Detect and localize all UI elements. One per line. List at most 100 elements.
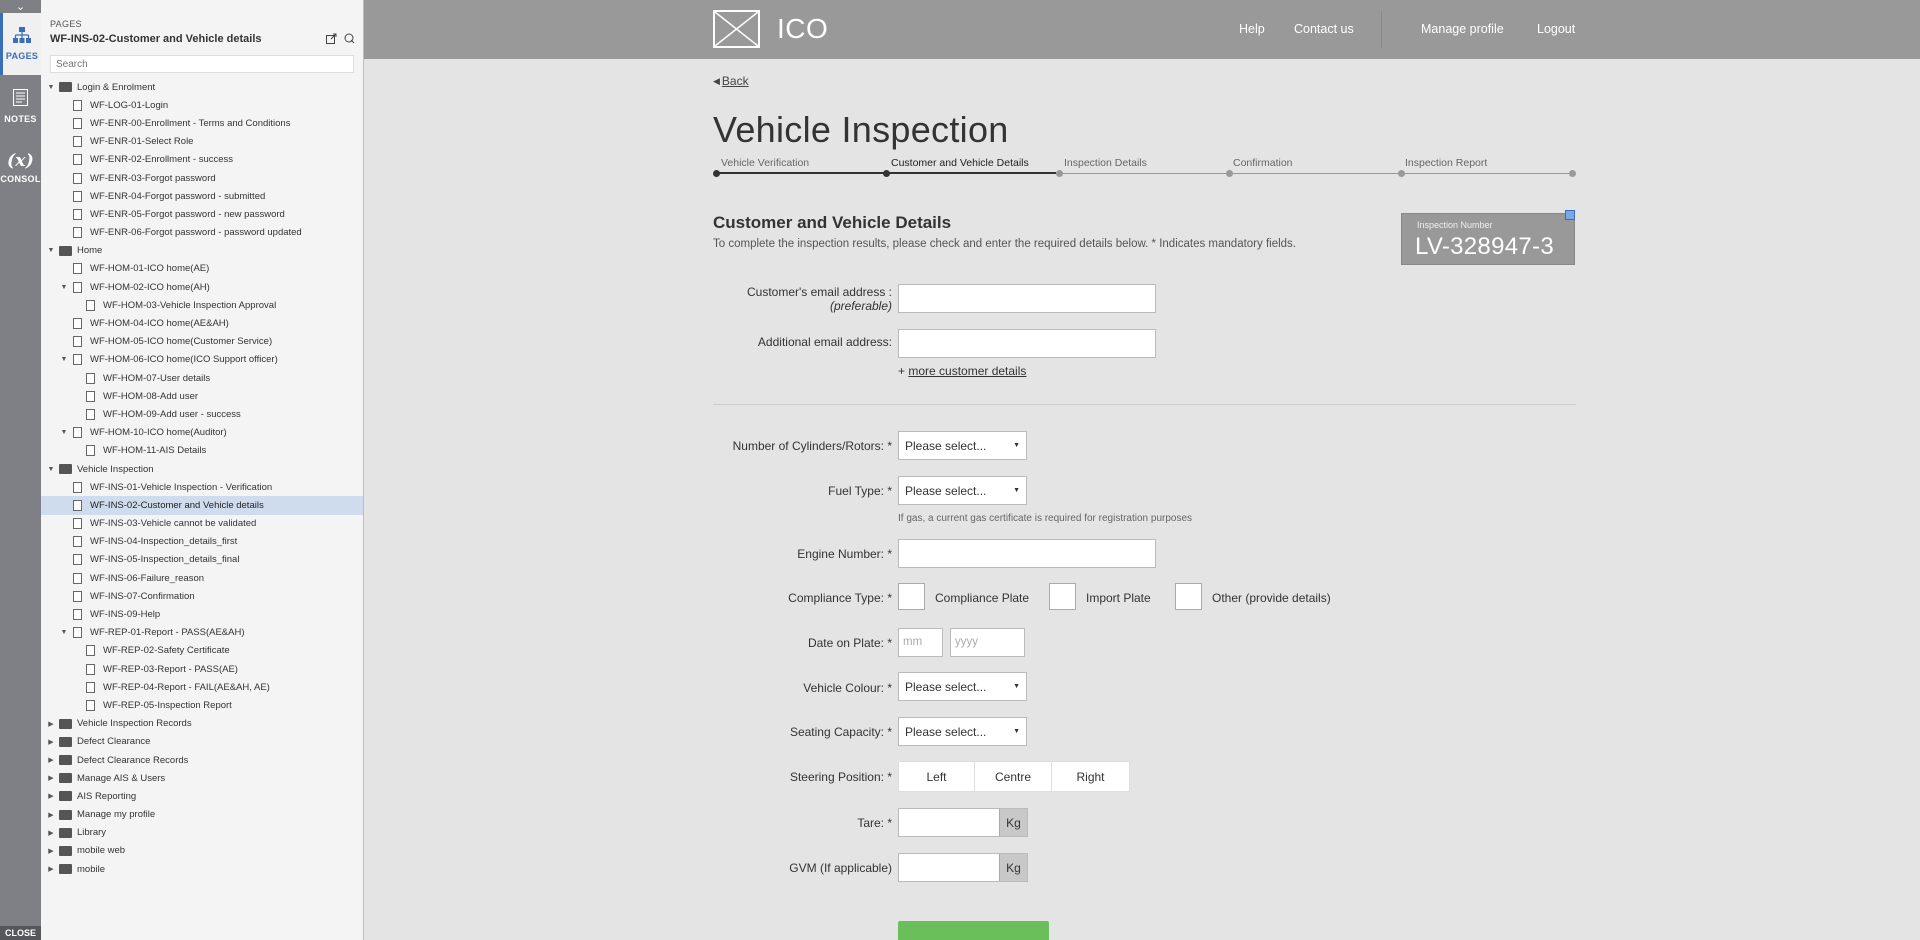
rail-notes-button[interactable]: NOTES xyxy=(0,75,41,137)
tree-page[interactable]: WF-HOM-09-Add user - success xyxy=(41,405,363,423)
customer-email-input[interactable] xyxy=(898,284,1156,313)
date-year-input[interactable]: yyyy xyxy=(950,628,1025,657)
tree-page[interactable]: WF-INS-04-Inspection_details_first xyxy=(41,533,363,551)
tree-page[interactable]: WF-HOM-05-ICO home(Customer Service) xyxy=(41,333,363,351)
nav-help-link[interactable]: Help xyxy=(1239,22,1265,36)
expand-arrow-icon[interactable]: ▶ xyxy=(46,792,56,800)
collapse-chevron-icon[interactable]: ⌄ xyxy=(0,0,41,13)
collapse-arrow-icon[interactable]: ▼ xyxy=(46,247,56,254)
nav-logout-link[interactable]: Logout xyxy=(1537,22,1575,36)
tree-page[interactable]: WF-ENR-04-Forgot password - submitted xyxy=(41,187,363,205)
tree-page[interactable]: WF-ENR-02-Enrollment - success xyxy=(41,151,363,169)
steering-right-option[interactable]: Right xyxy=(1052,762,1129,791)
tree-page[interactable]: ▼ WF-HOM-02-ICO home(AH) xyxy=(41,278,363,296)
seating-capacity-select[interactable]: Please select... ▼ xyxy=(898,717,1027,746)
tree-page[interactable]: WF-INS-09-Help xyxy=(41,605,363,623)
more-customer-details-link[interactable]: + more customer details xyxy=(898,364,1026,378)
tree-page[interactable]: WF-HOM-01-ICO home(AE) xyxy=(41,260,363,278)
steering-left-option[interactable]: Left xyxy=(899,762,975,791)
collapse-arrow-icon[interactable]: ▼ xyxy=(59,284,69,291)
tree-folder[interactable]: ▶ AIS Reporting xyxy=(41,787,363,805)
date-month-input[interactable]: mm xyxy=(898,628,943,657)
tree-page[interactable]: WF-HOM-04-ICO home(AE&AH) xyxy=(41,314,363,332)
tree-page[interactable]: WF-INS-06-Failure_reason xyxy=(41,569,363,587)
tare-input[interactable] xyxy=(899,809,999,836)
tree-folder[interactable]: ▶ Library xyxy=(41,824,363,842)
tree-page[interactable]: WF-HOM-03-Vehicle Inspection Approval xyxy=(41,296,363,314)
tree-folder[interactable]: ▼ Vehicle Inspection xyxy=(41,460,363,478)
expand-arrow-icon[interactable]: ▶ xyxy=(46,738,56,746)
collapse-arrow-icon[interactable]: ▼ xyxy=(59,356,69,363)
import-plate-checkbox[interactable] xyxy=(1049,583,1076,610)
sidebar-current-page: WF-INS-02-Customer and Vehicle details xyxy=(50,33,262,45)
tree-page[interactable]: WF-ENR-03-Forgot password xyxy=(41,169,363,187)
tree-item-label: Manage AIS & Users xyxy=(77,772,166,784)
other-compliance-checkbox[interactable] xyxy=(1175,583,1202,610)
note-flag-icon[interactable] xyxy=(1565,210,1575,220)
gvm-input[interactable] xyxy=(899,854,999,881)
vehicle-colour-select[interactable]: Please select... ▼ xyxy=(898,672,1027,701)
rail-pages-button[interactable]: PAGES xyxy=(0,13,41,75)
tree-page[interactable]: WF-INS-02-Customer and Vehicle details xyxy=(41,496,363,515)
tree-page[interactable]: WF-HOM-07-User details xyxy=(41,369,363,387)
tree-page[interactable]: WF-REP-05-Inspection Report xyxy=(41,696,363,714)
page-locate-icon[interactable] xyxy=(344,33,355,47)
back-link[interactable]: ◀ Back xyxy=(713,74,749,88)
rail-pages-label: PAGES xyxy=(5,51,39,61)
rail-console-button[interactable]: (x) CONSOL xyxy=(0,137,41,199)
nav-manage-profile-link[interactable]: Manage profile xyxy=(1421,22,1504,36)
open-external-icon[interactable] xyxy=(326,33,337,47)
collapse-arrow-icon[interactable]: ▼ xyxy=(46,466,56,473)
tree-page[interactable]: WF-ENR-00-Enrollment - Terms and Conditi… xyxy=(41,114,363,132)
tree-page[interactable]: WF-INS-03-Vehicle cannot be validated xyxy=(41,515,363,533)
tree-folder[interactable]: ▼ Home xyxy=(41,242,363,260)
expand-arrow-icon[interactable]: ▶ xyxy=(46,847,56,855)
tree-page[interactable]: WF-REP-04-Report - FAIL(AE&AH, AE) xyxy=(41,678,363,696)
expand-arrow-icon[interactable]: ▶ xyxy=(46,811,56,819)
tree-page[interactable]: WF-ENR-06-Forgot password - password upd… xyxy=(41,224,363,242)
tree-folder[interactable]: ▶ Manage AIS & Users xyxy=(41,769,363,787)
tree-folder[interactable]: ▶ Defect Clearance xyxy=(41,733,363,751)
expand-arrow-icon[interactable]: ▶ xyxy=(46,756,56,764)
tree-page[interactable]: WF-REP-03-Report - PASS(AE) xyxy=(41,660,363,678)
expand-arrow-icon[interactable]: ▶ xyxy=(46,720,56,728)
collapse-arrow-icon[interactable]: ▼ xyxy=(59,629,69,636)
tree-folder[interactable]: ▼ Login & Enrolment xyxy=(41,78,363,96)
steering-centre-option[interactable]: Centre xyxy=(975,762,1052,791)
tree-page[interactable]: WF-LOG-01-Login xyxy=(41,96,363,114)
nav-contact-link[interactable]: Contact us xyxy=(1294,22,1354,36)
tree-page[interactable]: WF-INS-01-Vehicle Inspection - Verificat… xyxy=(41,478,363,496)
tree-folder[interactable]: ▶ Manage my profile xyxy=(41,806,363,824)
fuel-type-select[interactable]: Please select... ▼ xyxy=(898,476,1027,505)
section-description: To complete the inspection results, plea… xyxy=(713,238,1297,250)
additional-email-label: Additional email address: xyxy=(757,335,892,349)
compliance-plate-checkbox[interactable] xyxy=(898,583,925,610)
tree-page[interactable]: WF-HOM-11-AIS Details xyxy=(41,442,363,460)
tree-page[interactable]: ▼ WF-HOM-06-ICO home(ICO Support officer) xyxy=(41,351,363,369)
additional-email-input[interactable] xyxy=(898,329,1156,358)
collapse-arrow-icon[interactable]: ▼ xyxy=(46,84,56,91)
tree-page[interactable]: WF-ENR-05-Forgot password - new password xyxy=(41,205,363,223)
tree-page[interactable]: WF-INS-05-Inspection_details_final xyxy=(41,551,363,569)
tree-folder[interactable]: ▶ Defect Clearance Records xyxy=(41,751,363,769)
page-icon xyxy=(86,372,95,384)
tree-folder[interactable]: ▶ mobile web xyxy=(41,842,363,860)
tree-page[interactable]: ▼ WF-HOM-10-ICO home(Auditor) xyxy=(41,424,363,442)
expand-arrow-icon[interactable]: ▶ xyxy=(46,865,56,873)
sidebar-search-input[interactable] xyxy=(50,55,354,73)
cylinders-select[interactable]: Please select... ▼ xyxy=(898,431,1027,460)
tree-page[interactable]: WF-ENR-01-Select Role xyxy=(41,133,363,151)
tree-page[interactable]: WF-REP-02-Safety Certificate xyxy=(41,642,363,660)
tree-page[interactable]: WF-HOM-08-Add user xyxy=(41,387,363,405)
tree-page[interactable]: WF-INS-07-Confirmation xyxy=(41,587,363,605)
tree-folder[interactable]: ▶ mobile xyxy=(41,860,363,878)
continue-button[interactable] xyxy=(898,921,1049,940)
expand-arrow-icon[interactable]: ▶ xyxy=(46,774,56,782)
rail-close-button[interactable]: CLOSE xyxy=(0,926,41,940)
tree-page[interactable]: ▼ WF-REP-01-Report - PASS(AE&AH) xyxy=(41,624,363,642)
collapse-arrow-icon[interactable]: ▼ xyxy=(59,429,69,436)
tree-folder[interactable]: ▶ Vehicle Inspection Records xyxy=(41,715,363,733)
notes-icon xyxy=(13,88,28,110)
engine-number-input[interactable] xyxy=(898,539,1156,568)
expand-arrow-icon[interactable]: ▶ xyxy=(46,829,56,837)
